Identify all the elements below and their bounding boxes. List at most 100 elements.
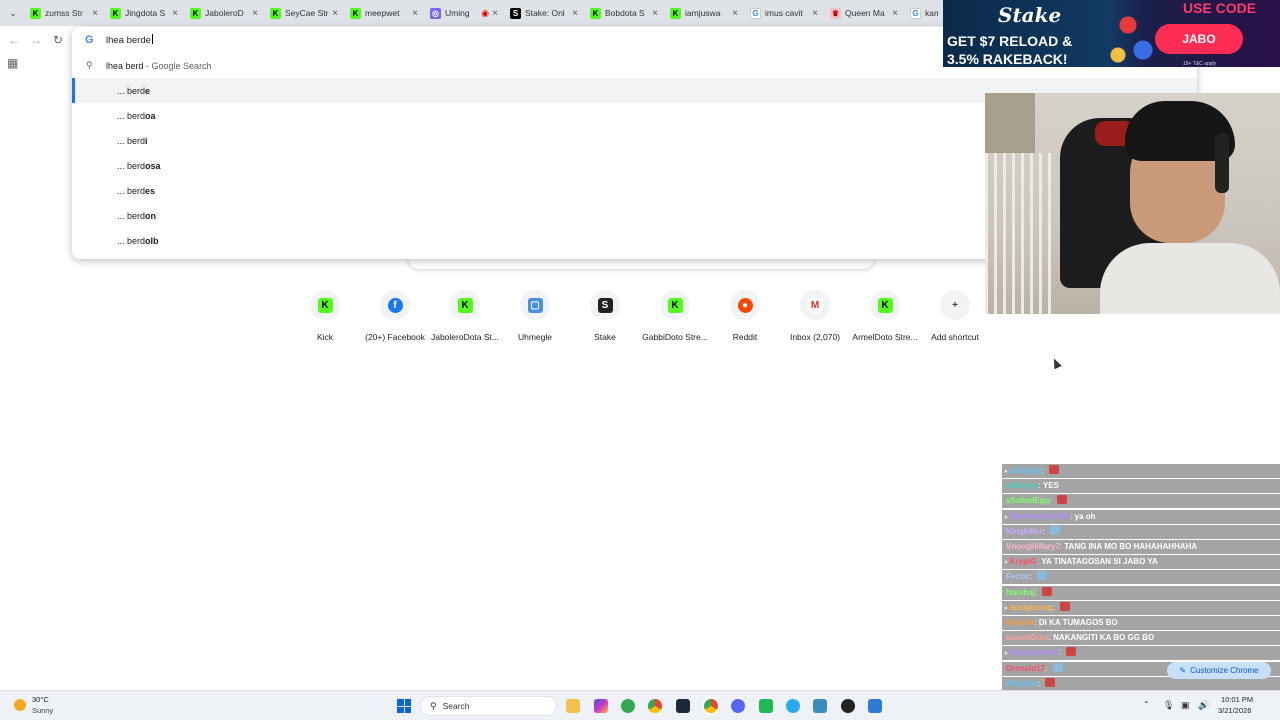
weather-sun-icon[interactable]: [14, 699, 26, 711]
chat-message: Kiwosh: DI KA TUMAGOS BO: [1002, 616, 1280, 630]
close-icon[interactable]: ×: [892, 8, 898, 19]
windows-start-icon[interactable]: [397, 699, 411, 713]
chat-text: DI KA TUMAGOS BO: [1038, 618, 1118, 627]
tab-3[interactable]: K SeyCae Str ×: [266, 3, 342, 23]
close-icon[interactable]: ×: [732, 8, 738, 19]
facebook-icon: f: [387, 297, 403, 313]
chat-username[interactable]: KryptG: [1010, 557, 1037, 566]
ad-code-button[interactable]: JABO: [1155, 24, 1243, 54]
weather-temp[interactable]: 30°C: [32, 695, 49, 704]
obs-icon[interactable]: [841, 699, 855, 713]
clock-date[interactable]: 3/21/2026: [1218, 706, 1251, 715]
chat-separator: :: [1034, 587, 1040, 597]
tab-11[interactable]: Gkama: [906, 3, 942, 23]
shortcut-icon-bg: K: [660, 290, 690, 320]
screen: { "tabs": [ {"title": "zumss Str", "favi…: [0, 0, 1280, 720]
user-badge-icon: ♠: [1004, 559, 1008, 567]
shortcut-tile[interactable]: M Inbox (2,070): [780, 290, 850, 350]
notepad-icon[interactable]: [868, 699, 882, 713]
omnibox-input[interactable]: lhea berde: [106, 34, 153, 46]
close-icon[interactable]: ×: [172, 8, 178, 19]
shortcut-tile[interactable]: K ArmelDoto Stre...: [850, 290, 920, 350]
tab-title: meepwet: [365, 8, 400, 18]
chat-username[interactable]: xSaltedEgg: [1006, 496, 1050, 505]
close-icon[interactable]: ×: [92, 8, 98, 19]
tab-0[interactable]: Kzumss Str ×: [26, 3, 102, 23]
telegram-icon[interactable]: [786, 699, 800, 713]
shortcut-tile[interactable]: ▢ Uhmegle: [500, 290, 570, 350]
close-icon[interactable]: ×: [652, 8, 658, 19]
tab-8[interactable]: Kiamjuswa ×: [666, 3, 742, 23]
tab-2[interactable]: K JaboleroD ×: [186, 3, 262, 23]
tab-5[interactable]: ◎ Uming ◉ ×: [426, 3, 502, 23]
chrome-icon[interactable]: [621, 699, 635, 713]
shortcut-tile[interactable]: K GabbiDoto Stre...: [640, 290, 710, 350]
chat-username[interactable]: Drenold17: [1006, 664, 1045, 673]
tab-4[interactable]: Kmeepwet ×: [346, 3, 422, 23]
reload-icon[interactable]: ↻: [50, 32, 66, 48]
shortcut-tile[interactable]: K JaboleroDota St...: [430, 290, 500, 350]
kick-icon: K: [190, 7, 201, 19]
tab-10[interactable]: ♛ Queen Ma ×: [826, 3, 902, 23]
shortcut-label: GabbiDoto Stre...: [642, 332, 708, 342]
chevron-up-icon[interactable]: ⌃: [1143, 700, 1150, 709]
back-icon[interactable]: ←: [6, 32, 22, 48]
chat-username[interactable]: Kyukyuwu04: [1010, 648, 1059, 657]
copilot-icon[interactable]: [594, 699, 608, 713]
weather-condition[interactable]: Sunny: [32, 706, 53, 715]
chrome-icon-2[interactable]: [648, 699, 662, 713]
tab-7[interactable]: K Bobdota S ×: [586, 3, 662, 23]
clock-time[interactable]: 10:01 PM: [1221, 695, 1253, 704]
taskbar-search[interactable]: ⚲ Search: [420, 696, 557, 716]
apps-grid-icon[interactable]: ▦: [7, 56, 19, 70]
customize-chrome-button[interactable]: ✎ Customize Chrome: [1167, 662, 1271, 679]
close-icon[interactable]: ×: [412, 8, 418, 19]
chat-username[interactable]: Isangtsong: [1010, 603, 1053, 612]
chat-separator: :: [1052, 602, 1057, 612]
chat-username[interactable]: Kiwosh: [1006, 618, 1034, 627]
forward-icon[interactable]: →: [28, 32, 44, 48]
shortcut-tile[interactable]: S Stake: [570, 290, 640, 350]
stake-ad-banner[interactable]: Stake GET $7 RELOAD & 3.5% RAKEBACK! USE…: [943, 0, 1280, 67]
chat-username[interactable]: Fectar: [1006, 572, 1030, 581]
close-icon[interactable]: ×: [252, 8, 258, 19]
close-icon[interactable]: ×: [812, 8, 818, 19]
umingo-icon: ◎: [430, 7, 441, 19]
chat-username[interactable]: IsmaelDota: [1006, 633, 1049, 642]
suggestion-text: ... berdi: [117, 136, 148, 146]
chat-overlay: ♠ zrfzyzfrz: Izzkyyyy: YES xSaltedEgg: ♠ Da…: [1002, 458, 1280, 690]
chat-username[interactable]: DarthVader2001: [1010, 512, 1070, 521]
chat-username[interactable]: zrfzyzfrz: [1006, 679, 1038, 688]
shortcut-tile[interactable]: ● Reddit: [710, 290, 780, 350]
chrome-active-icon[interactable]: [704, 699, 718, 713]
tab-1[interactable]: K Jingdota S ×: [106, 3, 182, 23]
steam-icon[interactable]: [676, 699, 690, 713]
close-icon[interactable]: ×: [332, 8, 338, 19]
close-icon[interactable]: ×: [492, 8, 498, 19]
network-icon[interactable]: ▣: [1181, 700, 1190, 711]
tab-title: iamjuswa: [685, 8, 721, 18]
emote-icon: [1052, 662, 1063, 672]
shortcut-tile[interactable]: K Kick: [290, 290, 360, 350]
discord-icon[interactable]: [731, 699, 745, 713]
app-icon-2[interactable]: [813, 699, 827, 713]
chat-username[interactable]: VnongHillary7: [1006, 542, 1060, 551]
chat-username[interactable]: zrfzyzfrz: [1010, 466, 1042, 475]
microphone-icon[interactable]: 🎙: [1163, 700, 1174, 711]
shortcut-tile[interactable]: f (20+) Facebook: [360, 290, 430, 350]
close-icon[interactable]: ×: [572, 8, 578, 19]
app-icon[interactable]: [759, 699, 773, 713]
tab-9[interactable]: Gimus cavit ×: [746, 3, 822, 23]
shortcut-icon-bg: ▢: [520, 290, 550, 320]
volume-icon[interactable]: 🔊: [1198, 700, 1209, 711]
chat-separator: :: [1041, 466, 1047, 475]
chat-username[interactable]: Izzkyyyy: [1006, 481, 1038, 490]
queen-icon: ♛: [830, 7, 841, 19]
shortcut-tile[interactable]: + Add shortcut: [920, 290, 990, 350]
suggestion-text: ... berdosa: [117, 161, 161, 171]
chat-username[interactable]: Nanibaj: [1006, 588, 1035, 597]
chat-username[interactable]: Kingkiller: [1006, 527, 1042, 536]
file-explorer-icon[interactable]: [566, 699, 580, 713]
tab-search-icon[interactable]: ⌄: [4, 4, 22, 22]
tab-6[interactable]: S Stake: Onl ×: [506, 3, 582, 23]
